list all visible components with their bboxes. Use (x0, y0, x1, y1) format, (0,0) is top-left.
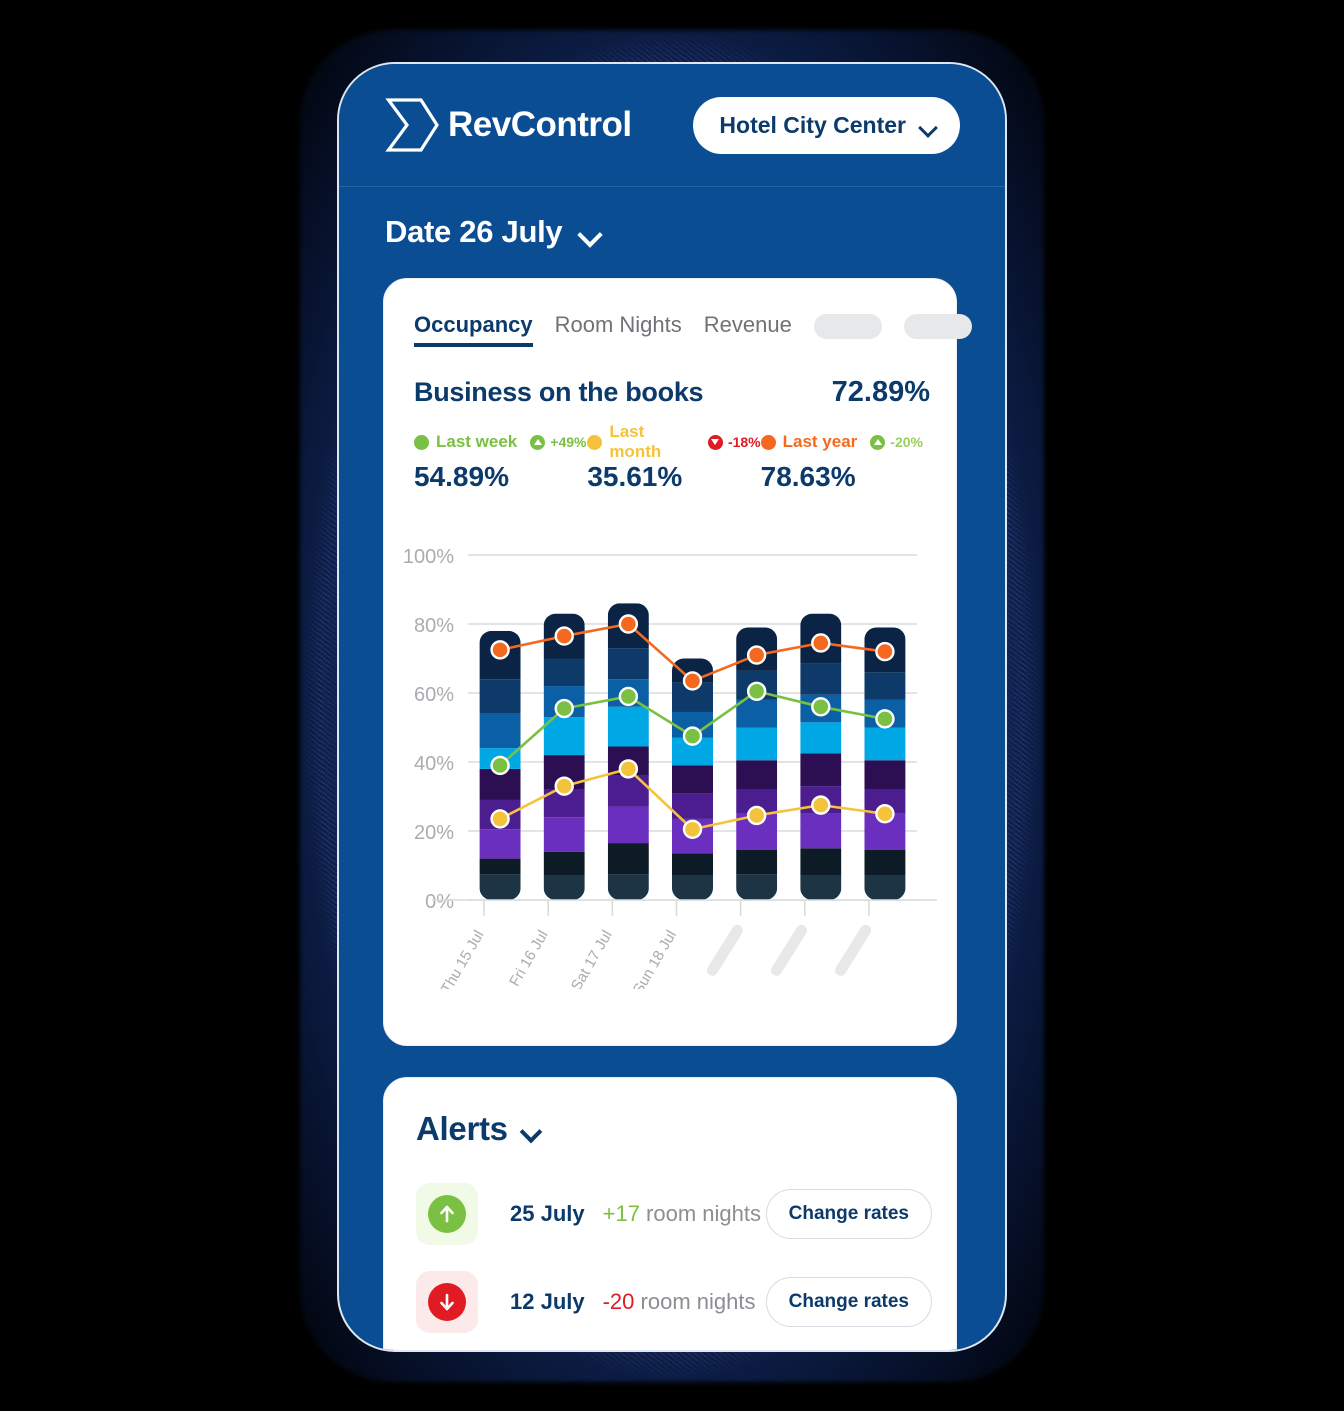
metric-delta: +49% (550, 434, 587, 450)
arrow-up-icon (530, 434, 546, 450)
metric-value: 54.89% (414, 461, 509, 492)
arrow-down-icon (428, 1283, 466, 1321)
metric-name: Last year (782, 432, 858, 451)
metric-last-week: Last week +49% 54.89% (414, 431, 587, 493)
y-axis-tick-label: 20% (414, 822, 454, 844)
change-rates-button[interactable]: Change rates (765, 1277, 932, 1327)
metric-delta: -20% (890, 434, 923, 450)
alerts-list: 25 July +17 room nights Change rates 12 … (416, 1170, 932, 1350)
metric-last-month: Last month -18% 35.61% (587, 422, 761, 493)
brand-name: RevControl (448, 105, 632, 144)
chevron-down-icon (580, 226, 600, 238)
alert-change: -20 (602, 1289, 635, 1314)
bar-stack[interactable] (672, 658, 713, 901)
revcontrol-logo-icon (385, 98, 439, 152)
tab-skeleton-2[interactable] (903, 314, 972, 339)
alert-unit: room nights (639, 1201, 761, 1226)
metric-last-year: Last year -20% 78.63% (760, 431, 934, 493)
app-screen: RevControl Hotel City Center Date 26 Jul… (337, 62, 1007, 1352)
hotel-selector[interactable]: Hotel City Center (693, 96, 960, 154)
x-axis-tick-label: Sat 17 Jul (568, 928, 616, 990)
legend-dot-icon (760, 434, 776, 450)
x-axis-tick-label: Fri 16 Jul (506, 928, 552, 990)
change-rates-button[interactable]: Change rates (765, 1189, 932, 1239)
x-axis-label-skeleton (706, 924, 743, 976)
tab-occupancy[interactable]: Occupancy (414, 312, 533, 347)
summary-title: Business on the books (414, 377, 704, 407)
metric-tabs: Occupancy Room Nights Revenue (414, 312, 972, 347)
summary-value: 72.89% (831, 376, 930, 408)
occupancy-stacked-bar-chart: 0% 20% 40% 60% 80% 100% Thu 15 Jul Fri 16 Jul Sa… (403, 546, 937, 990)
alert-status-badge (416, 1271, 478, 1333)
x-axis-label-skeleton (771, 924, 807, 976)
date-selector-label: Date 26 July (385, 214, 563, 249)
y-axis-tick-label: 60% (414, 684, 454, 706)
bar-stack[interactable] (864, 627, 906, 900)
x-axis-tick-label: Thu 15 Jul (438, 928, 488, 990)
alert-text: -20 room nights (603, 1289, 756, 1315)
list-item: 2 July Fully booked Change rates (416, 1346, 932, 1350)
x-axis-tick-label: Sun 18 Jul (630, 928, 680, 990)
arrow-down-icon (707, 434, 723, 450)
list-item: 25 July +17 room nights Change rates (416, 1170, 932, 1258)
legend-dot-icon (414, 434, 429, 450)
y-axis-tick-label: 0% (425, 891, 454, 913)
tab-room-nights[interactable]: Room Nights (555, 312, 682, 343)
chevron-down-icon (920, 121, 936, 130)
tab-skeleton-1[interactable] (813, 314, 882, 339)
x-axis-label-skeleton (835, 924, 872, 976)
alert-change: +17 (602, 1201, 640, 1226)
alert-date: 12 July (510, 1289, 585, 1314)
legend-dot-icon (587, 434, 603, 450)
y-axis-tick-label: 100% (403, 546, 454, 568)
metric-name: Last month (609, 422, 662, 461)
summary-header: Business on the books 72.89% (414, 376, 930, 409)
alert-text: +17 room nights (603, 1201, 761, 1227)
occupancy-chart-card: Occupancy Room Nights Revenue Business o… (383, 278, 972, 1046)
metric-value: 78.63% (760, 461, 856, 492)
bar-stack[interactable] (736, 627, 778, 900)
metric-delta: -18% (727, 434, 761, 450)
bar-stack[interactable] (607, 603, 649, 900)
arrow-up-icon (428, 1195, 466, 1233)
metric-name: Last week (436, 432, 518, 451)
y-axis-tick-label: 80% (414, 615, 454, 637)
bar-stack[interactable] (543, 613, 585, 900)
hotel-selector-label: Hotel City Center (719, 111, 906, 138)
comparison-metrics: Last week +49% 54.89% Last month -18% 35… (414, 422, 934, 493)
alert-unit: room nights (634, 1289, 756, 1314)
tab-revenue[interactable]: Revenue (704, 312, 792, 343)
app-header: RevControl Hotel City Center (339, 64, 1005, 187)
alert-status-badge (416, 1183, 478, 1245)
metric-value: 35.61% (587, 461, 683, 492)
alerts-card: Alerts 25 July +17 room nights Change ra… (383, 1077, 957, 1350)
date-selector[interactable]: Date 26 July (339, 187, 1005, 277)
chevron-down-icon (522, 1124, 540, 1135)
y-axis-tick-label: 40% (414, 753, 454, 775)
alerts-header[interactable]: Alerts (416, 1110, 540, 1148)
alert-date: 25 July (510, 1201, 585, 1226)
alerts-title: Alerts (416, 1110, 508, 1147)
arrow-up-icon (870, 434, 886, 450)
bar-stack[interactable] (800, 613, 842, 900)
brand: RevControl (385, 96, 632, 154)
list-item: 12 July -20 room nights Change rates (416, 1258, 932, 1346)
